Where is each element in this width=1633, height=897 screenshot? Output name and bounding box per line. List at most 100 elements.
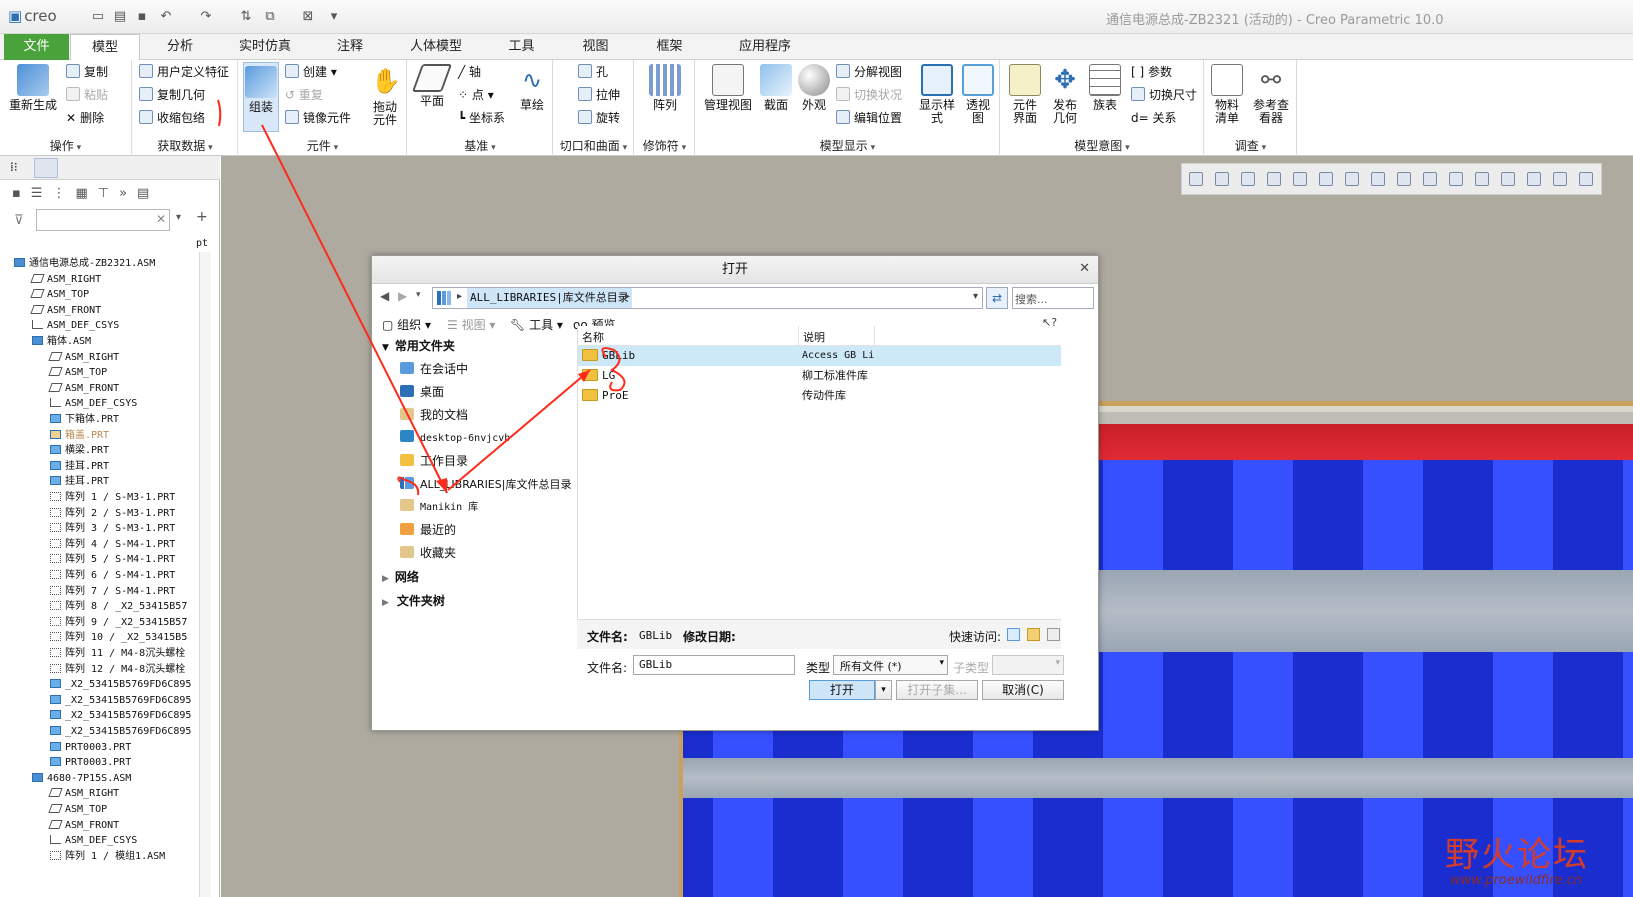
stop-icon[interactable] [1579,172,1593,186]
tree-item[interactable]: 阵列 1 / 模组1.ASM [50,849,165,865]
nav-recent[interactable]: 最近的 [400,519,456,542]
parameters-button[interactable]: [ ] 参数 [1131,63,1172,80]
revolve-button[interactable]: 旋转 [578,109,620,126]
tree-item[interactable]: ASM_RIGHT [30,272,101,288]
explode-view-button[interactable]: 分解视图 [836,63,902,80]
group-label-datum[interactable]: 基准 [408,137,552,154]
drag-components-button[interactable]: ✋ 拖动元件 [367,64,403,127]
tree-scrollbar[interactable] [199,252,211,897]
tree-item[interactable]: _X2_53415B5769FD6C895 [50,708,191,724]
tree-item[interactable]: 阵列 10 / _X2_53415B5 [50,630,187,646]
component-interface-button[interactable]: 元件界面 [1007,64,1043,125]
view-manager-icon[interactable] [1371,172,1385,186]
tree-item[interactable]: ASM_RIGHT [48,786,119,802]
new-file-icon[interactable]: ▭ [90,9,106,25]
group-label-component[interactable]: 元件 [239,137,406,154]
toggle-status-button[interactable]: 切换状况 [836,86,902,103]
axis-button[interactable]: ╱ 轴 [458,63,481,80]
tree-item[interactable]: ASM_FRONT [48,381,119,397]
tab-annotate[interactable]: 注释 [320,34,380,60]
undo-icon[interactable]: ↶ [158,9,174,25]
windows-icon[interactable]: ⧉ [262,9,278,25]
tab-applications[interactable]: 应用程序 [720,34,810,60]
display-style-button[interactable]: 显示样式 [916,64,958,125]
quick-access-icon-1[interactable] [1007,628,1020,641]
spin-center-icon[interactable] [1475,172,1489,186]
saved-views-icon[interactable] [1345,172,1359,186]
switch-dimensions-button[interactable]: 切换尺寸 [1131,86,1197,103]
tree-item[interactable]: 阵列 8 / _X2_53415B57 [50,599,187,615]
regenerate-quick-icon[interactable]: ⇅ [238,9,254,25]
open-button[interactable]: 打开 [809,680,875,700]
file-row-gblib[interactable]: GBLib Access GB Li [578,346,1061,366]
group-label-model-intent[interactable]: 模型意图 [1001,137,1203,154]
tab-live-simulation[interactable]: 实时仿真 [225,34,305,60]
address-bar[interactable]: ▸ ALL_LIBRARIES|库文件总目录 ▸ ▾ [432,287,983,309]
tree-item[interactable]: 阵列 11 / M4-8沉头螺栓 [50,646,185,662]
forward-icon[interactable]: ▶ [398,289,407,303]
address-dropdown-icon[interactable]: ▾ [973,291,978,302]
tree-item[interactable]: 挂耳.PRT [50,474,109,490]
file-row-proe[interactable]: ProE 传动件库 [578,386,1061,406]
family-table-button[interactable]: 族表 [1087,64,1123,112]
perspective-button[interactable]: 透视图 [960,64,996,125]
refresh-icon[interactable]: ⇄ [986,287,1008,309]
close-window-icon[interactable]: ⊠ [300,9,316,25]
nav-working-directory[interactable]: 工作目录 [400,450,468,473]
section-view-icon[interactable] [1397,172,1411,186]
type-select[interactable]: 所有文件 (*) ▾ [833,655,948,675]
bom-button[interactable]: 物料清单 [1209,64,1245,125]
tab-manikin[interactable]: 人体模型 [396,34,476,60]
clear-search-icon[interactable]: ✕ [156,212,166,226]
hole-button[interactable]: 孔 [578,63,608,80]
appearance-button[interactable]: 外观 [796,64,832,112]
back-icon[interactable]: ◀ [380,289,389,303]
copy-button[interactable]: 复制 [66,63,108,80]
nav-desktop[interactable]: 桌面 [400,381,444,404]
display-style-icon[interactable] [1319,172,1333,186]
tree-item[interactable]: ASM_RIGHT [48,350,119,366]
network-node[interactable]: ▶ 网络 [382,566,419,589]
tab-model[interactable]: 模型 [70,34,140,61]
point-button[interactable]: ⁘ 点 ▾ [458,86,494,103]
tree-item[interactable]: 4680-7P15S.ASM [32,771,131,787]
relations-button[interactable]: d= 关系 [1131,109,1177,126]
tab-tools[interactable]: 工具 [494,34,549,60]
shrinkwrap-button[interactable]: 收缩包络 [139,109,205,126]
column-name[interactable]: 名称 [582,329,604,345]
tree-item[interactable]: 阵列 2 / S-M3-1.PRT [50,506,175,522]
tree-item[interactable]: 箱体.ASM [32,334,91,350]
perspective-view-icon[interactable] [1293,172,1307,186]
file-row-lg[interactable]: LG 柳工标准件库 [578,366,1061,386]
pause-icon[interactable] [1553,172,1567,186]
assemble-button[interactable]: 组装 [243,62,279,132]
nav-in-session[interactable]: 在会话中 [400,358,468,381]
tree-item[interactable]: ASM_FRONT [48,818,119,834]
mirror-component-button[interactable]: 镜像元件 [285,109,351,126]
tree-item[interactable]: 阵列 12 / M4-8沉头螺栓 [50,662,185,678]
redo-icon[interactable]: ↷ [198,9,214,25]
annotation-display-icon[interactable] [1449,172,1463,186]
tree-item[interactable]: ASM_DEF_CSYS [50,396,137,412]
tree-item[interactable]: 阵列 7 / S-M4-1.PRT [50,584,175,600]
nav-all-libraries[interactable]: ALL_LIBRARIES|库文件总目录 [400,473,571,496]
tree-item[interactable]: 阵列 3 / S-M3-1.PRT [50,521,175,537]
group-label-cut-surface[interactable]: 切口和曲面 [554,137,633,154]
tree-item[interactable]: ASM_DEF_CSYS [32,318,119,334]
history-dropdown-icon[interactable]: ▾ [416,290,421,300]
organize-button[interactable]: ▢ 组织 ▾ [382,316,431,333]
tree-item[interactable]: 阵列 4 / S-M4-1.PRT [50,537,175,553]
sketch-button[interactable]: ∿ 草绘 [514,64,550,112]
filter-dropdown-icon[interactable]: ▾ [176,212,181,223]
reference-viewer-button[interactable]: ⚯ 参考查看器 [1251,64,1291,125]
tree-item[interactable]: _X2_53415B5769FD6C895 [50,677,191,693]
tree-item[interactable]: 阵列 1 / S-M3-1.PRT [50,490,175,506]
dialog-close-icon[interactable]: ✕ [1079,261,1090,276]
subtype-select[interactable]: ▾ [992,655,1064,675]
group-label-investigate[interactable]: 调查 [1205,137,1296,154]
nav-computer[interactable]: desktop-6nvjcvb [400,427,510,450]
tree-item[interactable]: 阵列 6 / S-M4-1.PRT [50,568,175,584]
tools-button[interactable]: 🔧︎ 工具 ▾ [510,316,563,333]
cancel-button[interactable]: 取消(C) [982,680,1064,700]
tree-item[interactable]: ASM_TOP [48,365,107,381]
